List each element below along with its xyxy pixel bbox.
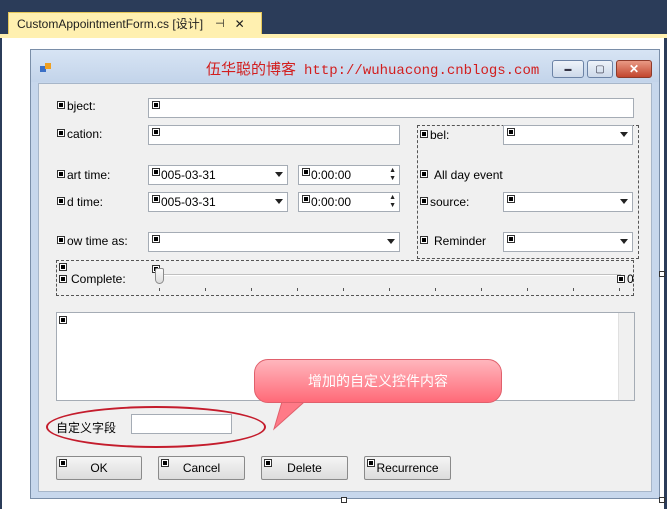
- resize-handle-right[interactable]: [659, 271, 665, 277]
- selection-handle[interactable]: [617, 275, 625, 283]
- selection-handle[interactable]: [152, 168, 160, 176]
- selection-handle[interactable]: [507, 235, 515, 243]
- complete-label: Complete:: [71, 272, 126, 286]
- selection-handle[interactable]: [59, 263, 67, 271]
- location-input[interactable]: [148, 125, 400, 145]
- end-time-spinner[interactable]: 0:00:00 ▲ ▼: [298, 192, 400, 212]
- complete-slider-thumb[interactable]: [155, 268, 164, 284]
- chevron-down-icon[interactable]: [275, 199, 283, 204]
- complete-group: Complete: 0: [56, 260, 634, 296]
- close-icon: ✕: [628, 62, 640, 76]
- chevron-down-icon[interactable]: [275, 172, 283, 177]
- custom-field-input[interactable]: [131, 414, 232, 434]
- selection-handle[interactable]: [302, 168, 310, 176]
- start-date-value: 005-03-31: [161, 168, 216, 182]
- selection-handle[interactable]: [507, 128, 515, 136]
- selection-handle[interactable]: [161, 459, 169, 467]
- subject-input[interactable]: [148, 98, 634, 118]
- chevron-down-icon[interactable]: [620, 132, 628, 137]
- callout-bubble: 增加的自定义控件内容: [254, 359, 502, 403]
- pin-icon[interactable]: ⊣: [215, 17, 225, 30]
- subject-label: bject:: [67, 99, 96, 113]
- resize-handle-corner[interactable]: [659, 497, 665, 503]
- label-label: bel:: [430, 128, 450, 142]
- selection-handle[interactable]: [59, 275, 67, 283]
- tab-strip: [0, 34, 667, 38]
- end-time-value: 0:00:00: [311, 195, 352, 209]
- selection-handle[interactable]: [59, 459, 67, 467]
- end-time-label: d time:: [67, 195, 104, 209]
- selection-handle[interactable]: [152, 128, 160, 136]
- selection-handle[interactable]: [152, 101, 160, 109]
- maximize-button[interactable]: ▢: [587, 60, 613, 78]
- show-time-label: ow time as:: [67, 234, 128, 248]
- selection-handle[interactable]: [57, 197, 65, 205]
- cancel-label: Cancel: [182, 461, 221, 475]
- document-tab[interactable]: CustomAppointmentForm.cs [设计] ⊣ ✕: [8, 12, 262, 34]
- blog-url: http://wuhuacong.cnblogs.com: [304, 63, 540, 79]
- selection-handle[interactable]: [57, 236, 65, 244]
- close-button[interactable]: ✕: [616, 60, 652, 78]
- selection-handle[interactable]: [420, 197, 428, 205]
- start-time-value: 0:00:00: [311, 168, 352, 182]
- document-tab-title: CustomAppointmentForm.cs [设计]: [17, 17, 204, 31]
- close-tab-icon[interactable]: ✕: [235, 17, 245, 31]
- resize-handle-bottom[interactable]: [341, 497, 347, 503]
- selection-handle[interactable]: [57, 170, 65, 178]
- minimize-button[interactable]: ▬: [552, 60, 584, 78]
- selection-handle[interactable]: [302, 195, 310, 203]
- selection-handle[interactable]: [507, 195, 515, 203]
- selection-handle[interactable]: [420, 130, 428, 138]
- selection-handle[interactable]: [57, 129, 65, 137]
- start-date-picker[interactable]: 005-03-31: [148, 165, 288, 185]
- start-time-spinner[interactable]: 0:00:00 ▲ ▼: [298, 165, 400, 185]
- all-day-label: All day event: [434, 168, 503, 182]
- delete-button[interactable]: Delete: [261, 456, 348, 480]
- cancel-button[interactable]: Cancel: [158, 456, 245, 480]
- minimize-icon: ▬: [564, 65, 572, 73]
- reminder-label: Reminder: [434, 234, 487, 248]
- recurrence-label: Recurrence: [376, 461, 439, 475]
- complete-track[interactable]: [157, 274, 621, 276]
- complete-value: 0: [627, 272, 634, 286]
- callout-text: 增加的自定义控件内容: [308, 373, 448, 389]
- chevron-down-icon[interactable]: [387, 239, 395, 244]
- resource-label: source:: [430, 195, 470, 209]
- label-combo[interactable]: [503, 125, 633, 145]
- resource-combo[interactable]: [503, 192, 633, 212]
- form-icon: [40, 63, 52, 73]
- chevron-down-icon[interactable]: [620, 239, 628, 244]
- selection-handle[interactable]: [367, 459, 375, 467]
- selection-handle[interactable]: [57, 101, 65, 109]
- blog-name: 伍华聪的博客: [206, 62, 297, 78]
- selection-handle[interactable]: [152, 235, 160, 243]
- delete-label: Delete: [287, 461, 322, 475]
- spin-arrows-icon[interactable]: ▲ ▼: [389, 194, 396, 210]
- reminder-combo[interactable]: [503, 232, 633, 252]
- location-label: cation:: [67, 127, 103, 141]
- chevron-down-icon[interactable]: [620, 199, 628, 204]
- maximize-icon: ▢: [595, 63, 605, 75]
- reminder-checkbox[interactable]: [420, 236, 428, 244]
- selection-handle[interactable]: [59, 316, 67, 324]
- all-day-checkbox[interactable]: [420, 170, 428, 178]
- form-title: 伍华聪的博客 http://wuhuacong.cnblogs.com: [206, 58, 539, 79]
- selection-handle[interactable]: [152, 195, 160, 203]
- memo-scrollbar[interactable]: [618, 313, 634, 400]
- show-time-combo[interactable]: [148, 232, 400, 252]
- end-date-value: 005-03-31: [161, 195, 216, 209]
- end-date-picker[interactable]: 005-03-31: [148, 192, 288, 212]
- recurrence-button[interactable]: Recurrence: [364, 456, 451, 480]
- start-time-label: art time:: [67, 168, 111, 182]
- selection-handle[interactable]: [264, 459, 272, 467]
- ok-label: OK: [90, 461, 108, 475]
- custom-field-label: 自定义字段: [56, 421, 117, 435]
- spin-arrows-icon[interactable]: ▲ ▼: [389, 167, 396, 183]
- ok-button[interactable]: OK: [56, 456, 142, 480]
